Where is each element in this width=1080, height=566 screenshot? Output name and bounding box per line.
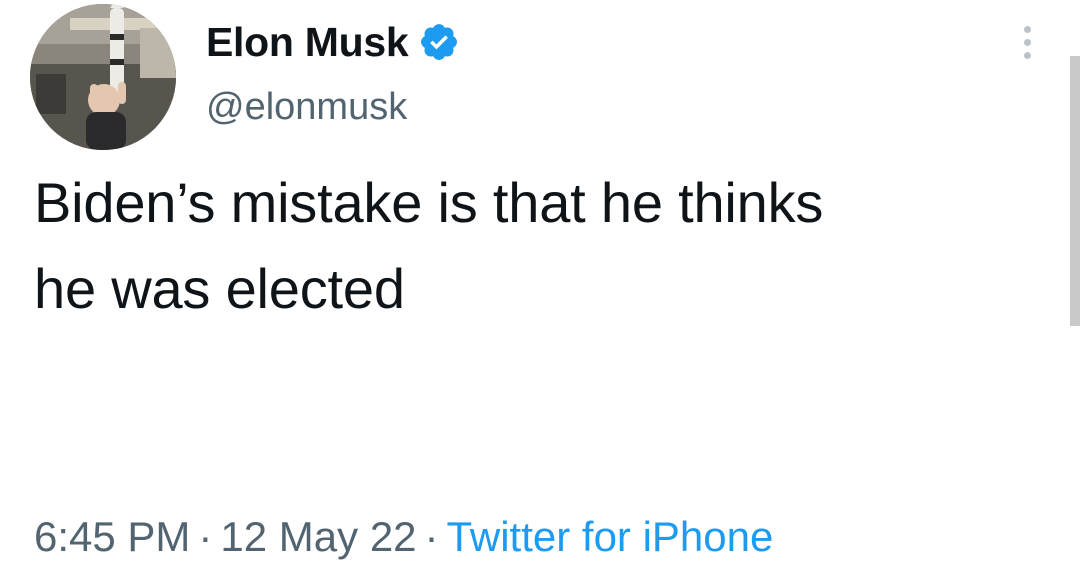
tweet-text-line: Biden’s mistake is that he thinks: [34, 171, 824, 234]
avatar[interactable]: [30, 4, 176, 150]
tweet-text: Biden’s mistake is that he thinks he was…: [34, 160, 1044, 332]
author-name-row: Elon Musk: [206, 16, 460, 68]
scrollbar[interactable]: [1070, 56, 1080, 326]
tweet-text-line: he was elected: [34, 257, 405, 320]
more-options-icon[interactable]: [1016, 26, 1038, 66]
meta-separator: ·: [424, 513, 439, 560]
meta-separator: ·: [198, 513, 213, 560]
tweet-meta: 6:45 PM · 12 May 22 · Twitter for iPhone: [34, 516, 773, 558]
author-display-name[interactable]: Elon Musk: [206, 21, 409, 63]
tweet-source-link[interactable]: Twitter for iPhone: [447, 513, 774, 560]
tweet-date[interactable]: 12 May 22: [220, 513, 416, 560]
verified-badge-icon: [418, 21, 460, 63]
profile-photo-icon: [30, 4, 176, 150]
author-handle[interactable]: @elonmusk: [206, 88, 407, 126]
tweet: Elon Musk @elonmusk Biden’s mistake is t…: [0, 0, 1080, 566]
tweet-time[interactable]: 6:45 PM: [34, 513, 190, 560]
